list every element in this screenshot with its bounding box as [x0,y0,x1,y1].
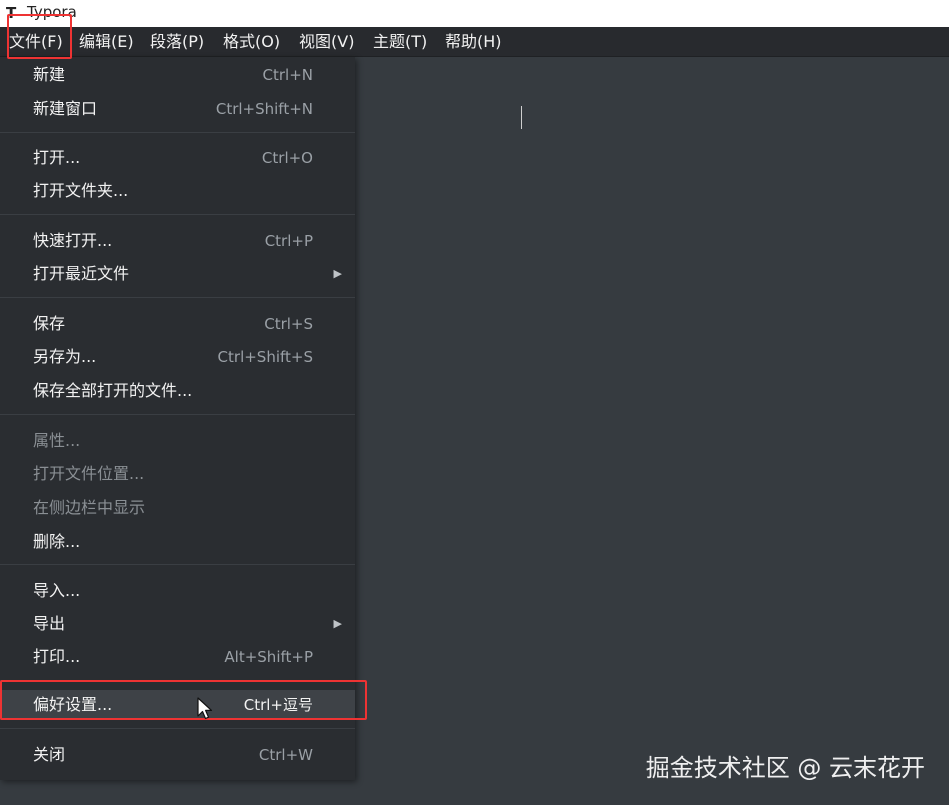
menu-item-shortcut: Ctrl+Shift+S [217,348,313,366]
menu-item-label: 打开文件夹... [33,181,129,200]
menu-item-save[interactable]: 保存 Ctrl+S [0,309,355,339]
menu-paragraph[interactable]: 段落(P) [150,31,204,53]
menu-item-label: 保存全部打开的文件... [33,381,193,400]
menu-item-label: 删除... [33,532,81,551]
menu-item-open[interactable]: 打开... Ctrl+O [0,143,355,173]
watermark-text: 掘金技术社区 @ 云末花开 [645,754,925,782]
menu-item-import[interactable]: 导入... [0,576,355,606]
menu-item-shortcut: Ctrl+P [264,232,313,250]
menu-item-shortcut: Ctrl+N [262,66,313,84]
menu-item-shortcut: Ctrl+O [261,149,313,167]
menu-theme[interactable]: 主题(T) [373,31,427,53]
menu-separator [0,214,355,215]
menu-item-label: 打开... [33,148,81,167]
menu-item-new[interactable]: 新建 Ctrl+N [0,60,355,90]
preferences-highlight-box [0,680,367,720]
menu-separator [0,414,355,415]
menu-item-label: 在侧边栏中显示 [33,498,146,517]
menu-item-label: 导入... [33,581,81,600]
menu-item-delete[interactable]: 删除... [0,527,355,557]
menu-item-properties: 属性... [0,426,355,456]
menu-item-label: 打开文件位置... [33,464,145,483]
file-menu-highlight-box [7,14,72,59]
menu-view[interactable]: 视图(V) [299,31,354,53]
menu-item-reveal-in-sidebar: 在侧边栏中显示 [0,493,355,523]
menu-item-save-all[interactable]: 保存全部打开的文件... [0,376,355,406]
menu-item-label: 新建窗口 [33,99,98,118]
menu-bar: 文件(F) 编辑(E) 段落(P) 格式(O) 视图(V) 主题(T) 帮助(H… [0,27,949,57]
menu-item-save-as[interactable]: 另存为... Ctrl+Shift+S [0,342,355,372]
menu-separator [0,132,355,133]
menu-item-label: 打印... [33,647,81,666]
menu-item-label: 导出 [33,614,66,633]
menu-item-print[interactable]: 打印... Alt+Shift+P [0,642,355,672]
menu-item-open-recent[interactable]: 打开最近文件 ▶ [0,259,355,289]
menu-separator [0,564,355,565]
text-caret [521,106,522,129]
menu-item-shortcut: Alt+Shift+P [224,648,313,666]
menu-item-label: 新建 [33,65,66,84]
title-bar: T Typora [0,0,949,27]
menu-item-quick-open[interactable]: 快速打开... Ctrl+P [0,226,355,256]
menu-item-label: 属性... [33,431,81,450]
menu-item-export[interactable]: 导出 ▶ [0,609,355,639]
submenu-arrow-icon: ▶ [333,267,342,280]
menu-item-new-window[interactable]: 新建窗口 Ctrl+Shift+N [0,94,355,124]
mouse-pointer-icon [197,697,213,720]
menu-item-shortcut: Ctrl+S [264,315,313,333]
menu-item-label: 打开最近文件 [33,264,130,283]
file-menu-dropdown: 新建 Ctrl+N 新建窗口 Ctrl+Shift+N 打开... Ctrl+O… [0,57,355,780]
menu-item-open-file-location: 打开文件位置... [0,459,355,489]
menu-help[interactable]: 帮助(H) [445,31,502,53]
menu-item-open-folder[interactable]: 打开文件夹... [0,176,355,206]
menu-edit[interactable]: 编辑(E) [79,31,134,53]
menu-item-shortcut: Ctrl+Shift+N [215,100,313,118]
menu-item-shortcut: Ctrl+W [258,746,313,764]
menu-item-label: 保存 [33,314,66,333]
menu-item-label: 关闭 [33,745,66,764]
menu-item-label: 快速打开... [33,231,113,250]
menu-separator [0,728,355,729]
menu-format[interactable]: 格式(O) [223,31,280,53]
menu-item-label: 另存为... [33,347,97,366]
menu-item-close[interactable]: 关闭 Ctrl+W [0,740,355,770]
submenu-arrow-icon: ▶ [333,617,342,630]
menu-separator [0,297,355,298]
